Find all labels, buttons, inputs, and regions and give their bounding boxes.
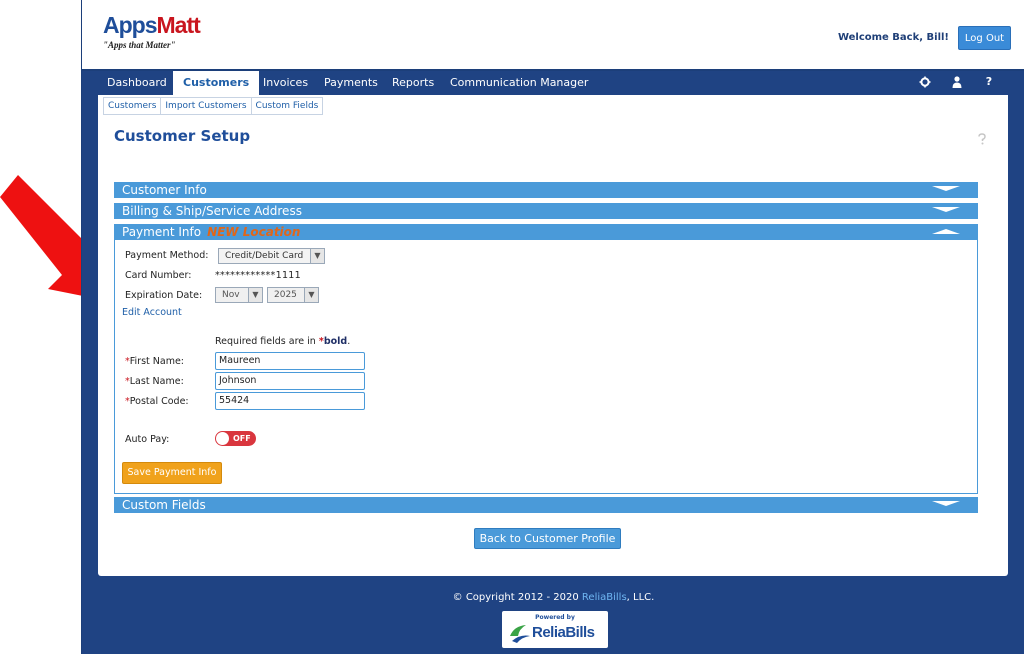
payment-info-body: Payment Method: Credit/Debit Card ▼ Card… bbox=[114, 240, 978, 494]
toggle-knob bbox=[216, 432, 229, 445]
required-note-prefix: Required fields are in bbox=[215, 336, 316, 347]
app-window: AppsMatt "Apps that Matter" Welcome Back… bbox=[81, 0, 1024, 654]
card-number-label: Card Number: bbox=[125, 270, 192, 281]
required-fields-note: Required fields are in *bold. bbox=[215, 336, 350, 347]
first-name-label-text: First Name: bbox=[129, 356, 184, 367]
help-icon[interactable]: ? bbox=[981, 74, 997, 90]
chevron-down-icon bbox=[932, 501, 960, 506]
payment-method-select[interactable]: Credit/Debit Card ▼ bbox=[218, 248, 325, 264]
page-title: Customer Setup bbox=[114, 127, 251, 145]
page-help-icon[interactable] bbox=[976, 133, 988, 147]
section-custom-fields[interactable]: Custom Fields bbox=[114, 497, 978, 513]
appsmatt-logo[interactable]: AppsMatt "Apps that Matter" bbox=[103, 12, 201, 50]
content-panel: Customers Import Customers Custom Fields… bbox=[98, 95, 1008, 576]
screenshot-root: AppsMatt "Apps that Matter" Welcome Back… bbox=[0, 0, 1024, 654]
section-billing-label: Billing & Ship/Service Address bbox=[122, 204, 302, 218]
edit-account-link[interactable]: Edit Account bbox=[122, 307, 182, 318]
auto-pay-toggle[interactable]: OFF bbox=[215, 431, 256, 446]
nav-invoices[interactable]: Invoices bbox=[263, 71, 308, 95]
copyright-prefix: © Copyright 2012 - 2020 bbox=[452, 592, 579, 603]
logo-wordmark-reliabills: ReliaBills bbox=[532, 624, 595, 641]
logo-tagline: "Apps that Matter" bbox=[103, 40, 176, 50]
logo-powered-by: Powered by bbox=[535, 614, 575, 621]
chevron-down-icon: ▼ bbox=[248, 288, 262, 302]
expiration-year-value: 2025 bbox=[274, 290, 297, 300]
nav-communication-manager[interactable]: Communication Manager bbox=[450, 71, 588, 95]
chevron-down-icon: ▼ bbox=[310, 249, 324, 263]
logo-part-apps: Apps bbox=[103, 12, 157, 38]
nav-dashboard[interactable]: Dashboard bbox=[107, 71, 167, 95]
welcome-message: Welcome Back, Bill! bbox=[837, 32, 949, 43]
postal-code-input[interactable]: 55424 bbox=[215, 392, 365, 410]
logo-part-matt: Matt bbox=[156, 12, 201, 38]
section-payment-info-label: Payment Info bbox=[122, 225, 202, 239]
reliabills-link[interactable]: ReliaBills bbox=[582, 592, 627, 603]
last-name-label: *Last Name: bbox=[125, 376, 184, 387]
postal-code-label-text: Postal Code: bbox=[129, 396, 189, 407]
first-name-input[interactable]: Maureen bbox=[215, 352, 365, 370]
auto-pay-label: Auto Pay: bbox=[125, 434, 170, 445]
save-payment-info-button[interactable]: Save Payment Info bbox=[122, 462, 222, 484]
reliabills-mark-icon bbox=[510, 625, 530, 643]
reliabills-logo[interactable]: Powered by ReliaBills bbox=[502, 611, 608, 648]
postal-code-label: *Postal Code: bbox=[125, 396, 189, 407]
auto-pay-state: OFF bbox=[233, 434, 251, 443]
new-location-badge: NEW Location bbox=[207, 225, 301, 239]
subnav-customers[interactable]: Customers bbox=[104, 98, 162, 114]
subnav-custom-fields[interactable]: Custom Fields bbox=[252, 98, 323, 114]
card-number-value: ************1111 bbox=[215, 270, 301, 281]
chevron-down-icon bbox=[932, 186, 960, 191]
copyright-text: © Copyright 2012 - 2020 ReliaBills, LLC. bbox=[82, 592, 1024, 603]
copyright-suffix: , LLC. bbox=[626, 592, 655, 603]
main-nav: Dashboard Customers Invoices Payments Re… bbox=[98, 71, 1008, 95]
expiration-year-select[interactable]: 2025 ▼ bbox=[267, 287, 319, 303]
section-billing-address[interactable]: Billing & Ship/Service Address bbox=[114, 203, 978, 219]
section-payment-info[interactable]: Payment Info NEW Location bbox=[114, 224, 978, 240]
payment-method-value: Credit/Debit Card bbox=[225, 251, 304, 261]
nav-customers[interactable]: Customers bbox=[173, 71, 260, 95]
last-name-input[interactable]: Johnson bbox=[215, 372, 365, 390]
expiration-month-value: Nov bbox=[222, 290, 240, 300]
expiration-month-select[interactable]: Nov ▼ bbox=[215, 287, 263, 303]
logout-button[interactable]: Log Out bbox=[958, 26, 1011, 50]
sub-nav: Customers Import Customers Custom Fields bbox=[103, 97, 324, 115]
gear-icon[interactable] bbox=[917, 74, 933, 90]
expiration-date-label: Expiration Date: bbox=[125, 290, 203, 301]
chevron-down-icon: ▼ bbox=[304, 288, 318, 302]
nav-reports[interactable]: Reports bbox=[392, 71, 434, 95]
chevron-down-icon bbox=[932, 207, 960, 212]
last-name-label-text: Last Name: bbox=[129, 376, 184, 387]
first-name-label: *First Name: bbox=[125, 356, 184, 367]
section-customer-info-label: Customer Info bbox=[122, 183, 207, 197]
section-customer-info[interactable]: Customer Info bbox=[114, 182, 978, 198]
subnav-import-customers[interactable]: Import Customers bbox=[161, 98, 252, 114]
section-custom-fields-label: Custom Fields bbox=[122, 498, 206, 512]
nav-payments[interactable]: Payments bbox=[324, 71, 378, 95]
payment-method-label: Payment Method: bbox=[125, 250, 209, 261]
back-to-customer-profile-button[interactable]: Back to Customer Profile bbox=[474, 528, 621, 549]
required-note-bold: bold bbox=[323, 336, 348, 347]
logo-wordmark: AppsMatt bbox=[103, 12, 201, 38]
required-note-suffix: . bbox=[347, 336, 351, 347]
top-header: AppsMatt "Apps that Matter" Welcome Back… bbox=[82, 0, 1024, 71]
main-frame: Dashboard Customers Invoices Payments Re… bbox=[82, 71, 1024, 654]
chevron-up-icon bbox=[932, 229, 960, 234]
user-icon[interactable] bbox=[949, 74, 965, 90]
